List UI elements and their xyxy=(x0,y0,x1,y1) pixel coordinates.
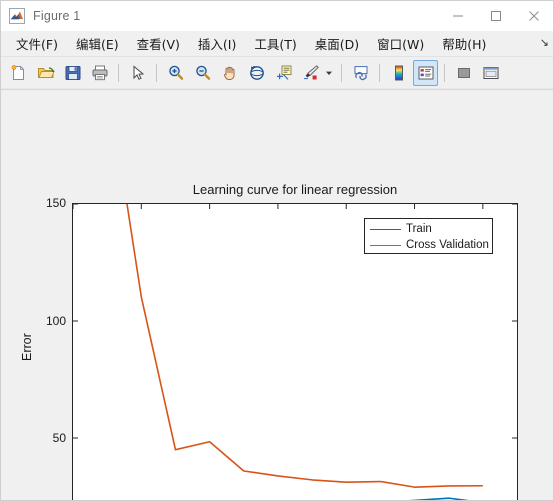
ytick-label-50: 50 xyxy=(52,431,66,445)
menu-edit[interactable]: 编辑(E) xyxy=(67,32,128,56)
figure-canvas[interactable]: Learning curve for linear regression 150… xyxy=(1,90,553,500)
hide-plot-tools-icon[interactable] xyxy=(451,60,476,86)
toolbar-separator xyxy=(118,64,119,82)
ytick-label-100: 100 xyxy=(45,314,66,328)
menu-window[interactable]: 窗口(W) xyxy=(368,32,433,56)
colorbar-icon[interactable] xyxy=(386,60,411,86)
minimize-button[interactable] xyxy=(439,1,477,30)
menu-view[interactable]: 查看(V) xyxy=(128,32,189,56)
maximize-button[interactable] xyxy=(477,1,515,30)
rotate-3d-icon[interactable] xyxy=(244,60,269,86)
show-plot-tools-icon[interactable] xyxy=(478,60,503,86)
new-figure-icon[interactable] xyxy=(6,60,31,86)
ytick-label-150: 150 xyxy=(45,196,66,210)
zoom-in-icon[interactable] xyxy=(163,60,188,86)
legend-entry-train: Train xyxy=(365,221,492,237)
toolbar-separator xyxy=(444,64,445,82)
legend-swatch-train xyxy=(370,228,401,230)
chart-legend[interactable]: Train Cross Validation xyxy=(364,218,493,254)
legend-swatch-cross-validation xyxy=(370,244,401,246)
save-figure-icon[interactable] xyxy=(60,60,85,86)
menu-insert[interactable]: 插入(I) xyxy=(189,32,245,56)
open-file-icon[interactable] xyxy=(33,60,58,86)
window-title: Figure 1 xyxy=(33,8,81,23)
zoom-out-icon[interactable] xyxy=(190,60,215,86)
menu-file[interactable]: 文件(F) xyxy=(7,32,67,56)
pan-hand-icon[interactable] xyxy=(217,60,242,86)
y-axis-label: Error xyxy=(20,333,34,361)
menu-bar: 文件(F) 编辑(E) 查看(V) 插入(I) 工具(T) 桌面(D) 窗口(W… xyxy=(1,31,553,57)
title-bar: Figure 1 xyxy=(1,1,553,31)
link-data-icon[interactable] xyxy=(348,60,373,86)
figure-toolbar xyxy=(1,57,553,90)
matlab-figure-window: Figure 1 文件(F) 编辑(E) 查看(V) 插入(I) 工具(T) 桌… xyxy=(0,0,554,501)
toolbar-separator xyxy=(156,64,157,82)
menu-desktop[interactable]: 桌面(D) xyxy=(306,32,368,56)
legend-label-cross-validation: Cross Validation xyxy=(406,239,489,251)
window-controls xyxy=(439,1,553,30)
legend-label-train: Train xyxy=(406,223,432,235)
print-figure-icon[interactable] xyxy=(87,60,112,86)
matlab-figure-icon xyxy=(9,7,25,24)
menu-overflow-icon[interactable]: ↘ xyxy=(540,36,549,49)
brush-dropdown-caret-icon[interactable] xyxy=(324,60,334,86)
data-cursor-icon[interactable] xyxy=(271,60,296,86)
brush-data-icon[interactable] xyxy=(298,60,323,86)
legend-entry-cross-validation: Cross Validation xyxy=(365,237,492,253)
menu-tools[interactable]: 工具(T) xyxy=(245,32,305,56)
toolbar-separator xyxy=(379,64,380,82)
menu-help[interactable]: 帮助(H) xyxy=(433,32,495,56)
legend-icon[interactable] xyxy=(413,60,438,86)
toolbar-separator xyxy=(341,64,342,82)
chart-title: Learning curve for linear regression xyxy=(192,182,398,197)
close-button[interactable] xyxy=(515,1,553,30)
pointer-select-icon[interactable] xyxy=(125,60,150,86)
